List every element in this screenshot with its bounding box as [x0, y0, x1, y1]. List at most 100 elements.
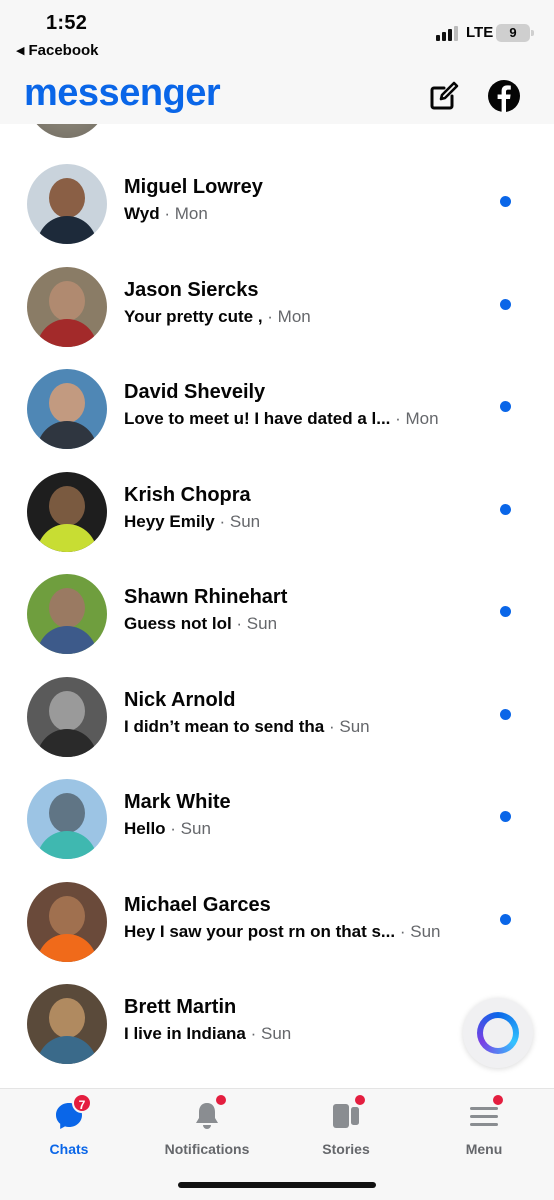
- contact-name: Mark White: [124, 791, 231, 813]
- last-message: Hey I saw your post rn on that s...: [124, 921, 396, 941]
- message-time: · Sun: [219, 511, 261, 531]
- back-app-label: Facebook: [28, 42, 99, 59]
- contact-name: Brett Martin: [124, 996, 237, 1018]
- tab-notifications[interactable]: Notifications: [152, 1093, 262, 1169]
- home-indicator: [178, 1182, 376, 1188]
- avatar-head: [49, 690, 85, 731]
- unread-indicator: [500, 503, 511, 515]
- avatar[interactable]: [27, 779, 107, 859]
- message-preview: Hey I saw your post rn on that s... · Su…: [124, 922, 440, 942]
- contact-name: Michael Garces: [124, 893, 271, 916]
- unread-indicator: [500, 298, 511, 310]
- chat-list[interactable]: Miguel Lowrey Wyd · Mon Jason Siercks Your …: [0, 124, 554, 1088]
- tab-stories[interactable]: Stories: [291, 1093, 401, 1169]
- avatar-head: [49, 588, 85, 628]
- last-message: Hello: [124, 819, 166, 838]
- tab-label: Notifications: [164, 1141, 250, 1157]
- avatar-head: [49, 895, 85, 936]
- notification-dot: [491, 1093, 505, 1107]
- avatar-head: [49, 998, 85, 1038]
- message-time: · Sun: [250, 1024, 292, 1043]
- message-preview: I didn’t mean to send tha · Sun: [124, 717, 370, 737]
- contact-name: Nick Arnold: [124, 688, 236, 711]
- back-triangle-icon: ◀: [16, 45, 25, 57]
- message-time: · Sun: [170, 819, 211, 838]
- avatar-body: [37, 933, 97, 962]
- unread-indicator: [500, 401, 511, 412]
- chat-row[interactable]: Michael Garces Hey I saw your post rn on …: [0, 878, 554, 980]
- avatar[interactable]: [27, 984, 107, 1064]
- avatar-head: [49, 383, 85, 423]
- contact-name: Shawn Rhinehart: [124, 586, 288, 608]
- avatar[interactable]: [27, 471, 107, 552]
- meta-ai-ring-icon: [477, 1012, 519, 1054]
- chats-unread-badge: 7: [72, 1093, 92, 1113]
- facebook-icon: [488, 80, 520, 112]
- avatar[interactable]: [27, 574, 107, 654]
- avatar-body: [37, 216, 97, 244]
- message-time: · Sun: [236, 614, 278, 633]
- last-message: Heyy Emily: [124, 511, 215, 531]
- cellular-signal-icon: [436, 25, 458, 41]
- contact-name: David Sheveily: [124, 381, 266, 403]
- chat-row[interactable]: Krish Chopra Heyy Emily · Sun: [0, 468, 554, 570]
- last-message: Guess not lol: [124, 614, 232, 633]
- unread-indicator: [500, 913, 511, 925]
- last-message: Wyd: [124, 204, 160, 223]
- tab-chats[interactable]: 7 Chats: [14, 1093, 124, 1169]
- tab-menu[interactable]: Menu: [429, 1093, 539, 1169]
- chat-row[interactable]: Miguel Lowrey Wyd · Mon: [0, 160, 554, 262]
- avatar-body: [37, 421, 97, 449]
- notification-dot: [353, 1093, 367, 1107]
- notification-dot: [214, 1093, 228, 1107]
- status-bar: 1:52 ◀ Facebook LTE 9: [0, 0, 554, 70]
- compose-icon: [430, 81, 459, 110]
- avatar-body: [37, 523, 97, 552]
- clock: 1:52: [46, 12, 88, 34]
- contact-name: Miguel Lowrey: [124, 176, 263, 198]
- tab-label: Menu: [465, 1141, 503, 1157]
- message-time: · Sun: [328, 716, 370, 736]
- tab-label: Chats: [49, 1141, 89, 1157]
- last-message: I didn’t mean to send tha: [124, 716, 325, 736]
- meta-ai-button[interactable]: [463, 998, 533, 1068]
- avatar[interactable]: [27, 164, 107, 244]
- message-preview: Heyy Emily · Sun: [124, 512, 260, 532]
- avatar-body: [37, 318, 97, 347]
- last-message: Love to meet u! I have dated a l...: [124, 409, 391, 428]
- avatar-body: [37, 728, 97, 757]
- avatar[interactable]: [27, 369, 107, 449]
- chat-row[interactable]: Nick Arnold I didn’t mean to send tha · S…: [0, 673, 554, 775]
- message-time: · Mon: [395, 409, 439, 428]
- message-time: · Mon: [267, 306, 311, 326]
- avatar[interactable]: [27, 266, 107, 347]
- message-preview: Your pretty cute , · Mon: [124, 307, 311, 327]
- last-message: Your pretty cute ,: [124, 306, 263, 326]
- chat-row[interactable]: Mark White Hello · Sun: [0, 775, 554, 877]
- chat-row[interactable]: Jason Siercks Your pretty cute , · Mon: [0, 263, 554, 365]
- back-to-app-link[interactable]: ◀ Facebook: [16, 42, 99, 59]
- messenger-logo-text: messenger: [24, 72, 221, 114]
- message-time: · Mon: [164, 204, 208, 223]
- message-preview: Guess not lol · Sun: [124, 614, 277, 634]
- battery-icon: 9: [496, 24, 534, 42]
- chat-row[interactable]: Shawn Rhinehart Guess not lol · Sun: [0, 570, 554, 672]
- network-type: LTE: [466, 24, 494, 41]
- last-message: I live in Indiana: [124, 1024, 246, 1043]
- avatar-body: [37, 1036, 97, 1064]
- message-preview: Wyd · Mon: [124, 204, 208, 224]
- avatar[interactable]: [27, 676, 107, 757]
- unread-indicator: [500, 811, 511, 822]
- facebook-button[interactable]: [486, 78, 522, 114]
- avatar-head: [49, 485, 85, 526]
- chat-row[interactable]: David Sheveily Love to meet u! I have dat…: [0, 365, 554, 467]
- compose-button[interactable]: [426, 78, 462, 114]
- avatar[interactable]: [27, 881, 107, 962]
- avatar-head: [49, 178, 85, 218]
- message-time: · Sun: [399, 921, 441, 941]
- contact-name: Krish Chopra: [124, 483, 251, 506]
- message-preview: Love to meet u! I have dated a l... · Mo…: [124, 409, 439, 429]
- tab-label: Stories: [322, 1141, 370, 1157]
- unread-indicator: [500, 708, 511, 720]
- avatar-head: [49, 793, 85, 833]
